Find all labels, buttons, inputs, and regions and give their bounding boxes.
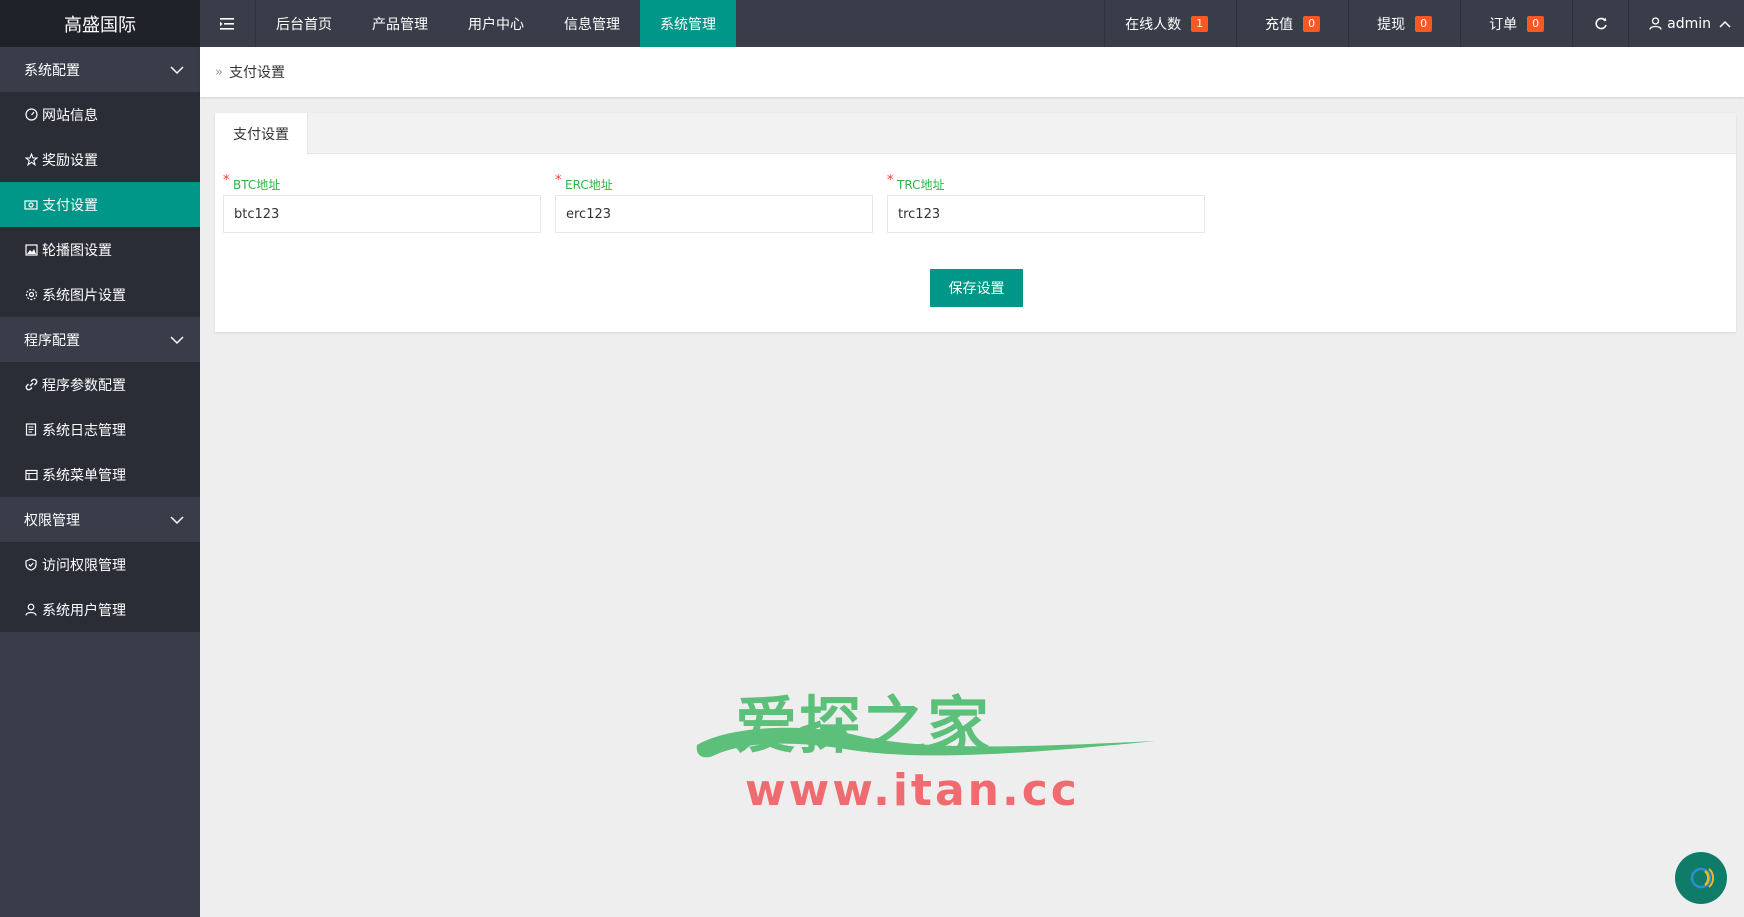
erc-field: * ERC地址: [555, 173, 873, 233]
sidebar-item-program-params[interactable]: 程序参数配置: [0, 362, 200, 407]
stat-recharge[interactable]: 充值 0: [1236, 0, 1348, 47]
star-icon: [24, 153, 38, 167]
chevron-up-icon: [1719, 20, 1731, 28]
link-icon: [24, 378, 38, 392]
app-logo[interactable]: 高盛国际: [0, 0, 200, 47]
chevron-down-icon: [170, 515, 184, 524]
top-nav: 后台首页 产品管理 用户中心 信息管理 系统管理: [256, 0, 736, 47]
sidebar-item-label: 系统用户管理: [42, 602, 126, 619]
signal-icon: [1690, 867, 1715, 889]
sidebar-group-label: 系统配置: [24, 62, 80, 79]
sidebar-item-label: 程序参数配置: [42, 377, 126, 394]
sidebar-item-label: 轮播图设置: [42, 242, 112, 259]
trc-label: TRC地址: [897, 177, 945, 192]
user-icon: [1649, 17, 1662, 30]
sidebar: 系统配置 网站信息 奖励设置 支付设置 轮播图设置 系统图片设置 程序配置 程序…: [0, 47, 200, 917]
tab-payment-settings[interactable]: 支付设置: [215, 113, 308, 155]
sidebar-item-site-info[interactable]: 网站信息: [0, 92, 200, 137]
watermark-url-text: www.itan.cc: [745, 765, 1080, 816]
chevron-down-icon: [170, 65, 184, 74]
sidebar-item-label: 系统菜单管理: [42, 467, 126, 484]
sidebar-item-carousel[interactable]: 轮播图设置: [0, 227, 200, 272]
sidebar-item-label: 支付设置: [42, 197, 98, 214]
btc-label: BTC地址: [233, 177, 281, 192]
payment-settings-card: 支付设置 *BTC地址 *ERC地址 *TRC地址 保存设置: [215, 113, 1736, 332]
required-mark: *: [887, 173, 894, 188]
floating-help-button[interactable]: [1675, 852, 1727, 904]
stat-orders-badge: 0: [1527, 15, 1545, 32]
top-header: 高盛国际 后台首页 产品管理 用户中心 信息管理 系统管理 在线人数 1 充值 …: [0, 0, 1744, 47]
breadcrumb-current: 支付设置: [228, 65, 285, 81]
chevron-down-icon: [170, 335, 184, 344]
nav-info[interactable]: 信息管理: [544, 0, 640, 47]
user-icon: [24, 603, 38, 617]
stat-online[interactable]: 在线人数 1: [1104, 0, 1236, 47]
sidebar-group-system-config[interactable]: 系统配置: [0, 47, 200, 92]
stat-withdraw-badge: 0: [1415, 15, 1433, 32]
user-name: admin: [1667, 15, 1711, 32]
shield-icon: [24, 558, 38, 572]
btc-address-input[interactable]: [223, 195, 541, 233]
refresh-button[interactable]: [1572, 0, 1628, 47]
stat-recharge-badge: 0: [1303, 15, 1321, 32]
stat-orders[interactable]: 订单 0: [1460, 0, 1572, 47]
stat-recharge-label: 充值: [1265, 16, 1294, 33]
refresh-icon: [1595, 17, 1607, 29]
sidebar-item-system-images[interactable]: 系统图片设置: [0, 272, 200, 317]
stat-withdraw-label: 提现: [1377, 16, 1406, 33]
sidebar-item-system-menu[interactable]: 系统菜单管理: [0, 452, 200, 497]
stat-orders-label: 订单: [1489, 16, 1518, 33]
sidebar-item-label: 奖励设置: [42, 152, 98, 169]
nav-home[interactable]: 后台首页: [256, 0, 352, 47]
btc-field: * BTC地址: [223, 173, 541, 233]
sidebar-item-system-users[interactable]: 系统用户管理: [0, 587, 200, 632]
log-icon: [24, 423, 38, 437]
money-icon: [24, 198, 38, 212]
erc-address-input[interactable]: [555, 195, 873, 233]
sidebar-group-label: 程序配置: [24, 332, 80, 349]
image-icon: [24, 243, 38, 257]
erc-label: ERC地址: [565, 177, 613, 192]
required-mark: *: [223, 173, 230, 188]
stat-online-label: 在线人数: [1125, 16, 1182, 33]
sidebar-toggle-button[interactable]: [200, 0, 256, 47]
watermark-cn-text: 爱探之家: [735, 689, 992, 762]
save-settings-button[interactable]: 保存设置: [930, 269, 1023, 307]
breadcrumb: » 支付设置: [200, 47, 1744, 97]
sidebar-group-permissions[interactable]: 权限管理: [0, 497, 200, 542]
sidebar-item-system-log[interactable]: 系统日志管理: [0, 407, 200, 452]
user-menu[interactable]: admin: [1628, 0, 1744, 47]
stat-online-badge: 1: [1191, 15, 1209, 32]
nav-system[interactable]: 系统管理: [640, 0, 736, 47]
nav-users[interactable]: 用户中心: [448, 0, 544, 47]
sidebar-item-label: 系统日志管理: [42, 422, 126, 439]
menu-toggle-icon: [219, 17, 234, 30]
stat-withdraw[interactable]: 提现 0: [1348, 0, 1460, 47]
watermark: 爱探之家 www.itan.cc: [695, 675, 1155, 816]
breadcrumb-separator-icon: »: [215, 64, 223, 80]
header-right: 在线人数 1 充值 0 提现 0 订单 0 admin: [1104, 0, 1744, 47]
sidebar-item-reward[interactable]: 奖励设置: [0, 137, 200, 182]
sidebar-group-label: 权限管理: [24, 512, 80, 529]
menu-icon: [24, 468, 38, 482]
sidebar-group-program-config[interactable]: 程序配置: [0, 317, 200, 362]
trc-field: * TRC地址: [887, 173, 1205, 233]
gear-icon: [24, 288, 38, 302]
sidebar-item-label: 系统图片设置: [42, 287, 126, 304]
sidebar-item-access-permissions[interactable]: 访问权限管理: [0, 542, 200, 587]
sidebar-item-label: 访问权限管理: [42, 557, 126, 574]
sidebar-item-label: 网站信息: [42, 107, 98, 124]
required-mark: *: [555, 173, 562, 188]
trc-address-input[interactable]: [887, 195, 1205, 233]
nav-products[interactable]: 产品管理: [352, 0, 448, 47]
sidebar-item-payment[interactable]: 支付设置: [0, 182, 200, 227]
dashboard-icon: [24, 108, 38, 122]
tab-bar: 支付设置: [215, 113, 1736, 155]
